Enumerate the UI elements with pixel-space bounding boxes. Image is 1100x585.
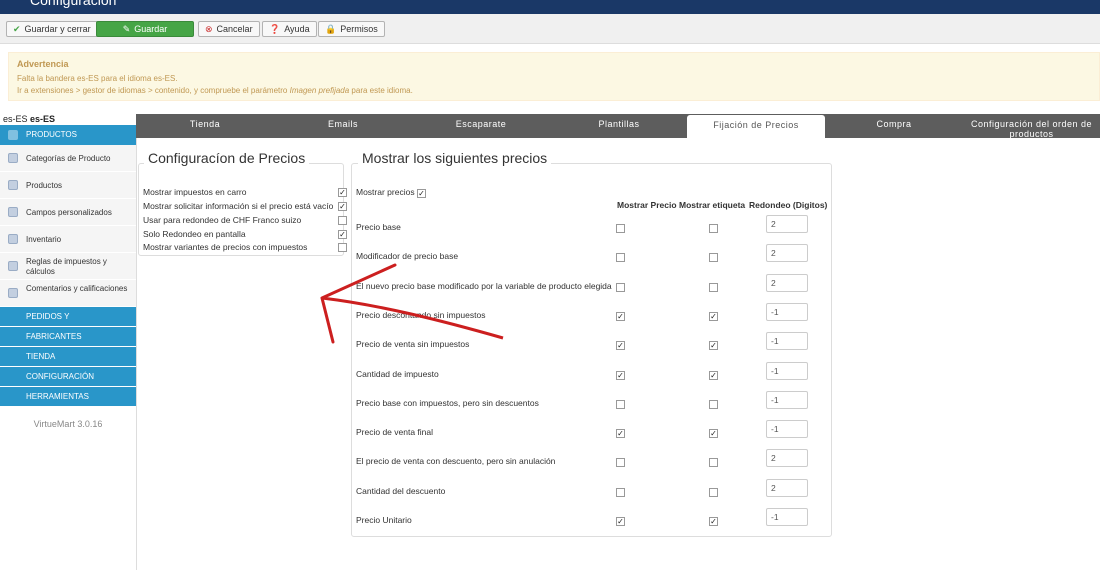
- red-annotation-arrow: [320, 263, 504, 344]
- arrow-shaft: [321, 296, 504, 340]
